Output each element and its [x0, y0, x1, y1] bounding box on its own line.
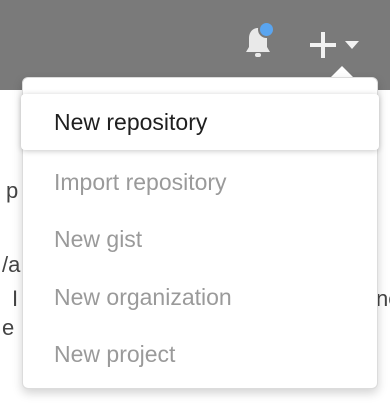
bg-fragment: e	[2, 315, 15, 340]
menu-item-label: Import repository	[54, 168, 227, 195]
menu-item-label: New repository	[54, 108, 208, 135]
notification-indicator	[258, 21, 275, 38]
bg-fragment: /a	[2, 252, 21, 277]
notifications-button[interactable]	[243, 21, 275, 62]
bg-fragment: I	[12, 286, 19, 311]
caret-down-icon	[345, 41, 359, 49]
bg-fragment: ne	[376, 286, 390, 311]
menu-item-new-project[interactable]: New project	[23, 326, 377, 382]
menu-item-import-repository[interactable]: Import repository	[23, 154, 377, 210]
menu-item-label: New gist	[54, 225, 143, 252]
plus-icon	[310, 32, 336, 58]
menu-item-new-organization[interactable]: New organization	[23, 269, 377, 325]
bg-fragment: p	[6, 178, 19, 203]
menu-item-new-repository[interactable]: New repository	[21, 94, 379, 150]
menu-item-label: New project	[54, 340, 176, 367]
create-new-button[interactable]	[306, 24, 366, 68]
create-new-dropdown-menu: New repository Import repository New gis…	[21, 77, 379, 389]
menu-item-new-gist[interactable]: New gist	[23, 211, 377, 267]
dropdown-pointer	[331, 66, 353, 77]
menu-item-label: New organization	[54, 283, 232, 310]
